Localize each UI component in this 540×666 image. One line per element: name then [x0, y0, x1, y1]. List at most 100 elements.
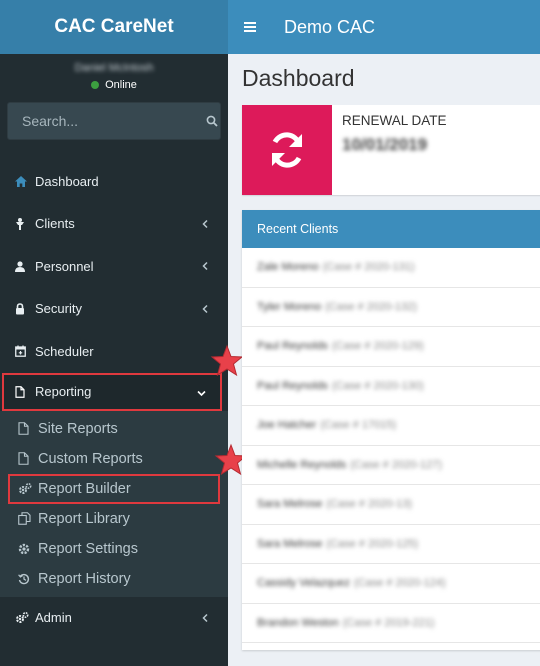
sidebar-item-dashboard[interactable]: Dashboard	[0, 160, 228, 203]
lock-icon	[15, 302, 35, 315]
sidebar-item-reporting[interactable]: Reporting	[2, 372, 222, 411]
dashboard-icon	[15, 175, 35, 187]
sidebar-item-clients[interactable]: Clients	[0, 203, 228, 246]
sidebar: Daniel McIntosh Online Dashboard Clients	[0, 54, 228, 666]
sidebar-item-label: Dashboard	[35, 173, 99, 189]
sidebar-item-label: Scheduler	[35, 343, 94, 359]
submenu-item-label: Custom Reports	[38, 450, 143, 467]
submenu-item-label: Site Reports	[38, 420, 118, 437]
top-navbar: Demo CAC	[228, 0, 540, 54]
list-item[interactable]: Cassidy Velazquez (Case # 2020-124)	[242, 564, 540, 604]
list-item[interactable]: Zale Moreno (Case # 2020-131)	[242, 248, 540, 288]
client-name: Michelle Reynolds	[257, 458, 347, 471]
search-input[interactable]	[8, 103, 203, 139]
search-icon	[206, 115, 218, 127]
submenu-item-label: Report Settings	[38, 540, 138, 557]
chevron-left-icon	[202, 610, 208, 625]
chevron-left-icon	[202, 216, 208, 231]
list-item[interactable]: Paul Reynolds (Case # 2020-130)	[242, 367, 540, 406]
sidebar-item-label: Personnel	[35, 258, 94, 274]
list-item[interactable]: Tyler Moreno (Case # 2020-132)	[242, 288, 540, 327]
main-content: Dashboard RENEWAL DATE 10/01/2019 Recent…	[228, 54, 540, 666]
renewal-info-box: RENEWAL DATE 10/01/2019	[242, 105, 540, 195]
submenu-item-label: Report Library	[38, 510, 130, 527]
recent-clients-box: Recent Clients Zale Moreno (Case # 2020-1…	[242, 210, 540, 650]
client-name: Tyler Moreno	[257, 300, 322, 313]
submenu-item-label: Report Builder	[38, 480, 131, 497]
client-name: Brandon Weston	[257, 616, 339, 629]
reporting-submenu-container: Site Reports Custom Reports Report Build…	[0, 410, 228, 597]
sidebar-item-scheduler[interactable]: Scheduler	[0, 330, 228, 373]
submenu-item-label: Report History	[38, 570, 131, 587]
client-case: (Case # 2020-125)	[326, 537, 419, 550]
client-case: (Case # 2020-131)	[322, 261, 415, 274]
list-item[interactable]: Paul Reynolds (Case # 2020-129)	[242, 327, 540, 367]
client-case: (Case # 2019-221)	[342, 616, 435, 629]
chevron-left-icon	[202, 259, 208, 274]
user-name: Daniel McIntosh	[74, 62, 154, 74]
client-name: Paul Reynolds	[257, 379, 328, 392]
history-icon	[18, 573, 38, 585]
list-item[interactable]: Joe Hatcher (Case # 17015)	[242, 406, 540, 446]
gear-icon	[18, 543, 38, 555]
list-item[interactable]: Sara Melrose (Case # 2020-125)	[242, 525, 540, 564]
submenu-item-report-builder[interactable]: Report Builder	[8, 473, 220, 504]
sidebar-item-label: Reporting	[35, 384, 92, 399]
sidebar-menu: Dashboard Clients Personnel Security Sch…	[0, 160, 228, 639]
refresh-icon	[242, 105, 332, 195]
client-case: (Case # 2020-124)	[353, 577, 446, 590]
client-name: Paul Reynolds	[257, 340, 328, 353]
list-item[interactable]: Michelle Reynolds (Case # 2020-127)	[242, 446, 540, 485]
sidebar-item-label: Admin	[35, 610, 72, 626]
client-case: (Case # 2020-129)	[331, 340, 424, 353]
file-icon	[18, 422, 38, 435]
sidebar-item-admin[interactable]: Admin	[0, 597, 228, 640]
client-name: Joe Hatcher	[257, 419, 317, 432]
online-status-icon	[91, 81, 100, 89]
clients-icon	[15, 217, 35, 230]
client-name: Cassidy Velazquez	[257, 577, 350, 590]
chevron-left-icon	[202, 301, 208, 316]
sidebar-toggle-icon[interactable]	[230, 20, 270, 34]
user-panel: Daniel McIntosh Online	[0, 54, 228, 102]
submenu-item-site-reports[interactable]: Site Reports	[0, 414, 228, 444]
user-icon	[15, 261, 35, 272]
client-name: Sara Melrose	[257, 537, 323, 550]
list-item[interactable]: Sara Melrose (Case # 2020-13)	[242, 485, 540, 525]
page-title: Dashboard	[242, 65, 355, 91]
cogs-icon	[15, 611, 35, 624]
sidebar-search	[7, 102, 221, 140]
renewal-date-value: 10/01/2019	[342, 135, 428, 154]
renewal-date-label: RENEWAL DATE	[342, 113, 447, 128]
submenu-item-report-library[interactable]: Report Library	[0, 504, 228, 534]
sidebar-item-personnel[interactable]: Personnel	[0, 245, 228, 288]
recent-clients-header: Recent Clients	[242, 210, 540, 248]
calendar-icon	[15, 345, 35, 358]
sidebar-item-security[interactable]: Security	[0, 288, 228, 331]
client-case: (Case # 2020-130)	[331, 379, 424, 392]
user-status-label: Online	[105, 79, 137, 91]
recent-clients-list: Zale Moreno (Case # 2020-131) Tyler Moren…	[242, 248, 540, 643]
org-name: Demo CAC	[284, 16, 376, 37]
reporting-submenu: Site Reports Custom Reports Report Build…	[0, 410, 228, 597]
submenu-item-report-settings[interactable]: Report Settings	[0, 534, 228, 564]
copy-icon	[18, 512, 38, 525]
client-case: (Case # 2020-127)	[350, 458, 442, 471]
sidebar-item-label: Clients	[35, 216, 75, 232]
submenu-item-report-history[interactable]: Report History	[0, 564, 228, 594]
client-case: (Case # 2020-132)	[325, 300, 417, 313]
submenu-item-custom-reports[interactable]: Custom Reports	[0, 444, 228, 474]
client-name: Zale Moreno	[257, 261, 319, 274]
client-name: Sara Melrose	[257, 498, 323, 511]
client-case: (Case # 2020-13)	[326, 498, 413, 511]
client-case: (Case # 17015)	[320, 419, 397, 432]
user-status: Online	[0, 79, 228, 91]
cogs-icon	[18, 482, 38, 495]
file-icon	[15, 385, 35, 398]
app-brand[interactable]: CAC CareNet	[0, 0, 228, 54]
sidebar-item-label: Security	[35, 301, 82, 317]
file-icon	[18, 452, 38, 465]
chevron-down-icon	[197, 384, 206, 399]
search-button[interactable]	[203, 103, 220, 139]
list-item[interactable]: Brandon Weston (Case # 2019-221)	[242, 604, 540, 643]
